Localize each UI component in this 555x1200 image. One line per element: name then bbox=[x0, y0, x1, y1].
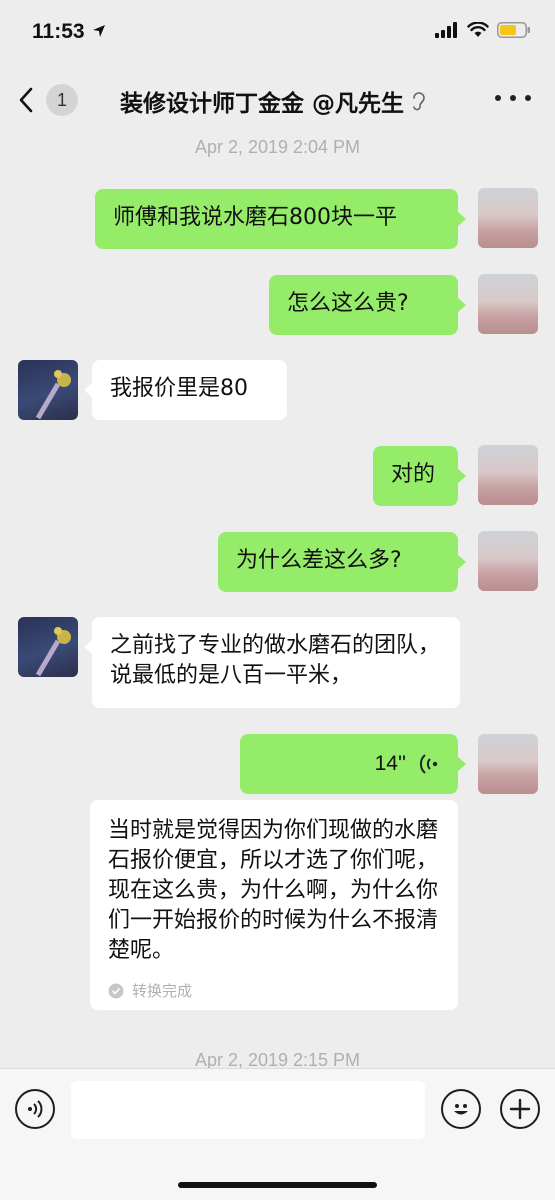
emoji-button[interactable] bbox=[441, 1089, 481, 1129]
my-avatar[interactable] bbox=[478, 274, 538, 334]
back-button[interactable]: 1 bbox=[18, 80, 88, 120]
voice-wave-icon bbox=[420, 754, 438, 774]
chat-title: 装修设计师丁金金 @凡先生 bbox=[120, 84, 426, 118]
more-icon[interactable] bbox=[495, 86, 531, 110]
input-bar bbox=[0, 1068, 555, 1200]
unread-count-badge: 1 bbox=[46, 84, 78, 116]
status-bar: 11:53 bbox=[0, 0, 555, 70]
voice-message-bubble[interactable]: 14'' bbox=[240, 734, 466, 794]
voice-input-button[interactable] bbox=[15, 1089, 55, 1129]
transcript-text: 当时就是觉得因为你们现做的水磨石报价便宜，所以才选了你们呢，现在这么贵，为什么啊… bbox=[108, 818, 439, 963]
message-bubble[interactable]: 怎么这么贵? bbox=[269, 275, 466, 335]
contact-avatar[interactable] bbox=[18, 360, 78, 420]
message-bubble[interactable]: 为什么差这么多? bbox=[218, 532, 466, 592]
message-bubble[interactable]: 我报价里是80 bbox=[84, 360, 287, 420]
voice-input-icon bbox=[28, 1100, 43, 1118]
voice-transcript[interactable]: 当时就是觉得因为你们现做的水磨石报价便宜，所以才选了你们呢，现在这么贵，为什么啊… bbox=[90, 800, 458, 1010]
my-avatar[interactable] bbox=[478, 531, 538, 591]
plus-icon bbox=[509, 1098, 531, 1120]
status-time: 11:53 bbox=[32, 20, 106, 44]
my-avatar[interactable] bbox=[478, 734, 538, 794]
message-bubble[interactable]: 之前找了专业的做水磨石的团队，说最低的是八百一平米， bbox=[84, 617, 460, 708]
my-avatar[interactable] bbox=[478, 445, 538, 505]
more-functions-button[interactable] bbox=[500, 1089, 540, 1129]
check-circle-icon bbox=[108, 983, 124, 999]
message-bubble[interactable]: 师傅和我说水磨石800块一平 bbox=[95, 189, 466, 249]
battery-icon bbox=[497, 22, 530, 38]
ear-icon bbox=[413, 92, 425, 111]
message-input[interactable] bbox=[71, 1081, 425, 1139]
transcript-status: 转换完成 bbox=[108, 976, 440, 1006]
wifi-icon bbox=[467, 22, 489, 37]
my-avatar[interactable] bbox=[478, 188, 538, 248]
message-bubble[interactable]: 对的 bbox=[373, 446, 466, 506]
emoji-icon bbox=[454, 1104, 468, 1115]
back-chevron-icon bbox=[19, 87, 33, 113]
signal-icon bbox=[435, 22, 457, 38]
home-indicator bbox=[178, 1182, 377, 1188]
chat-header: 1 装修设计师丁金金 @凡先生 bbox=[0, 70, 555, 130]
contact-avatar[interactable] bbox=[18, 617, 78, 677]
navigation-arrow-icon bbox=[93, 25, 106, 37]
timestamp: Apr 2, 2019 2:04 PM bbox=[194, 137, 361, 157]
